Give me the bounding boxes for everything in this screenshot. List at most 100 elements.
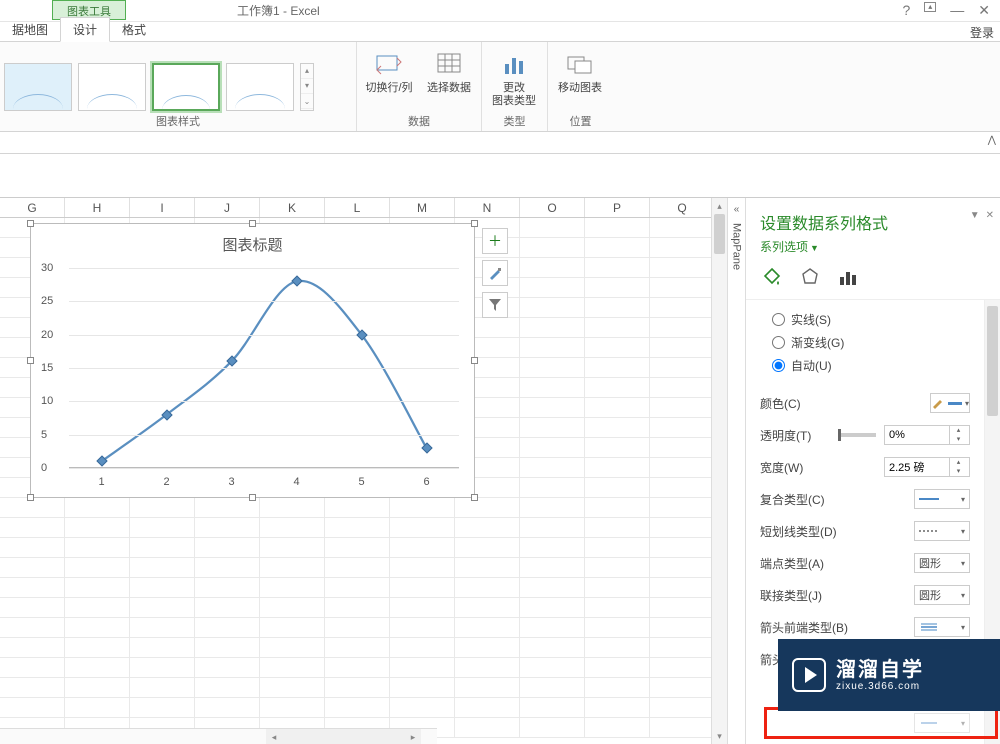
- change-chart-type-icon: [498, 48, 530, 80]
- resize-handle[interactable]: [27, 220, 34, 227]
- series-options-dropdown[interactable]: 系列选项▼: [746, 238, 1000, 265]
- mappane-label: MapPane: [731, 223, 743, 270]
- y-axis-tick: 5: [41, 429, 47, 441]
- column-header[interactable]: J: [195, 198, 260, 217]
- cap-type-dropdown[interactable]: 圆形▾: [914, 553, 970, 573]
- line-color-picker[interactable]: ▾: [930, 393, 970, 413]
- x-axis-tick: 2: [163, 476, 169, 488]
- line-gradient-radio[interactable]: 渐变线(G): [760, 331, 970, 354]
- pen-icon: [931, 397, 945, 409]
- chart-styles-gallery[interactable]: ▴▾⌄ 图表样式: [0, 42, 356, 131]
- tab-map[interactable]: 据地图: [0, 18, 60, 41]
- column-header[interactable]: M: [390, 198, 455, 217]
- collapse-ribbon-icon[interactable]: ⋀: [988, 135, 996, 146]
- scrollbar-thumb[interactable]: [987, 306, 998, 416]
- y-axis-tick: 30: [41, 262, 53, 274]
- transparency-slider[interactable]: [840, 433, 876, 437]
- move-chart-icon: [564, 48, 596, 80]
- resize-handle[interactable]: [249, 494, 256, 501]
- chart-title[interactable]: 图表标题: [31, 224, 474, 255]
- funnel-icon: [488, 298, 502, 312]
- ribbon-display-icon[interactable]: ▴: [924, 2, 936, 12]
- scrollbar-thumb[interactable]: [714, 214, 725, 254]
- column-header[interactable]: K: [260, 198, 325, 217]
- switch-row-col-button[interactable]: 切换行/列: [365, 48, 413, 95]
- horizontal-scrollbar[interactable]: ◂▸: [266, 729, 421, 744]
- fill-line-tab-icon[interactable]: [760, 265, 784, 289]
- help-icon[interactable]: ?: [902, 2, 910, 19]
- width-label: 宽度(W): [760, 459, 803, 476]
- chart-filters-button[interactable]: [482, 292, 508, 318]
- y-axis-tick: 0: [41, 462, 47, 474]
- change-chart-type-button[interactable]: 更改图表类型: [490, 48, 538, 108]
- dash-line-icon: [919, 527, 939, 535]
- arrow-begin-type-dropdown[interactable]: ▾: [914, 617, 970, 637]
- minimize-icon[interactable]: —: [950, 2, 964, 19]
- group-label-styles: 图表样式: [0, 113, 356, 129]
- width-input[interactable]: ▴▾: [884, 457, 970, 477]
- y-axis-tick: 25: [41, 295, 53, 307]
- tab-design[interactable]: 设计: [60, 17, 110, 42]
- chart-elements-button[interactable]: ＋: [482, 228, 508, 254]
- column-header[interactable]: Q: [650, 198, 711, 217]
- switch-row-col-icon: [373, 48, 405, 80]
- join-type-dropdown[interactable]: 圆形▾: [914, 585, 970, 605]
- chart-object[interactable]: 图表标题 051015202530123456: [30, 223, 475, 498]
- watermark-badge: 溜溜自学 zixue.3d66.com: [778, 639, 1000, 711]
- worksheet-area[interactable]: GHIJKLMNOPQ 图表标题 051015202530123456 ＋: [0, 198, 711, 744]
- y-axis-tick: 20: [41, 329, 53, 341]
- login-link[interactable]: 登录: [970, 24, 994, 41]
- line-auto-radio[interactable]: 自动(U): [760, 354, 970, 377]
- column-header[interactable]: L: [325, 198, 390, 217]
- group-label-data: 数据: [357, 113, 481, 129]
- chart-style-thumb[interactable]: [4, 63, 72, 111]
- transparency-input[interactable]: ▴▾: [884, 425, 970, 445]
- document-title: 工作簿1 - Excel: [237, 2, 320, 19]
- column-header[interactable]: H: [65, 198, 130, 217]
- series-options-tab-icon[interactable]: [836, 265, 860, 289]
- brush-icon: [487, 265, 503, 281]
- resize-handle[interactable]: [471, 494, 478, 501]
- change-chart-type-label: 更改图表类型: [492, 82, 536, 108]
- join-type-label: 联接类型(J): [760, 587, 822, 604]
- chart-styles-more[interactable]: ▴▾⌄: [300, 63, 314, 111]
- arrow-begin-type-label: 箭头前端类型(B): [760, 619, 848, 636]
- x-axis-tick: 3: [228, 476, 234, 488]
- tab-format[interactable]: 格式: [110, 18, 158, 41]
- pane-dropdown-icon[interactable]: ▼: [970, 210, 980, 221]
- x-axis-tick: 1: [98, 476, 104, 488]
- resize-handle[interactable]: [27, 357, 34, 364]
- column-header[interactable]: P: [585, 198, 650, 217]
- resize-handle[interactable]: [27, 494, 34, 501]
- pane-title: 设置数据系列格式: [746, 198, 1000, 238]
- chart-style-thumb[interactable]: [78, 63, 146, 111]
- column-header[interactable]: O: [520, 198, 585, 217]
- line-solid-radio[interactable]: 实线(S): [760, 308, 970, 331]
- mappane-collapse-tab[interactable]: « MapPane: [727, 198, 745, 744]
- select-data-button[interactable]: 选择数据: [425, 48, 473, 95]
- resize-handle[interactable]: [471, 220, 478, 227]
- effects-tab-icon[interactable]: [798, 265, 822, 289]
- chart-style-thumb-active[interactable]: [152, 63, 220, 111]
- column-header[interactable]: G: [0, 198, 65, 217]
- chart-style-thumb[interactable]: [226, 63, 294, 111]
- transparency-label: 透明度(T): [760, 427, 811, 444]
- cap-type-label: 端点类型(A): [760, 555, 824, 572]
- move-chart-button[interactable]: 移动图表: [556, 48, 604, 95]
- pane-close-icon[interactable]: ✕: [986, 210, 994, 221]
- dash-type-label: 短划线类型(D): [760, 523, 837, 540]
- select-data-icon: [433, 48, 465, 80]
- group-label-location: 位置: [548, 113, 613, 129]
- compound-type-dropdown[interactable]: ▾: [914, 489, 970, 509]
- highlight-box: [764, 707, 998, 739]
- dash-type-dropdown[interactable]: ▾: [914, 521, 970, 541]
- column-header[interactable]: N: [455, 198, 520, 217]
- x-axis-tick: 4: [293, 476, 299, 488]
- chart-styles-button[interactable]: [482, 260, 508, 286]
- column-header[interactable]: I: [130, 198, 195, 217]
- vertical-scrollbar[interactable]: ▴ ▾: [711, 198, 727, 744]
- resize-handle[interactable]: [249, 220, 256, 227]
- switch-row-col-label: 切换行/列: [365, 82, 412, 95]
- resize-handle[interactable]: [471, 357, 478, 364]
- close-icon[interactable]: ✕: [978, 2, 990, 19]
